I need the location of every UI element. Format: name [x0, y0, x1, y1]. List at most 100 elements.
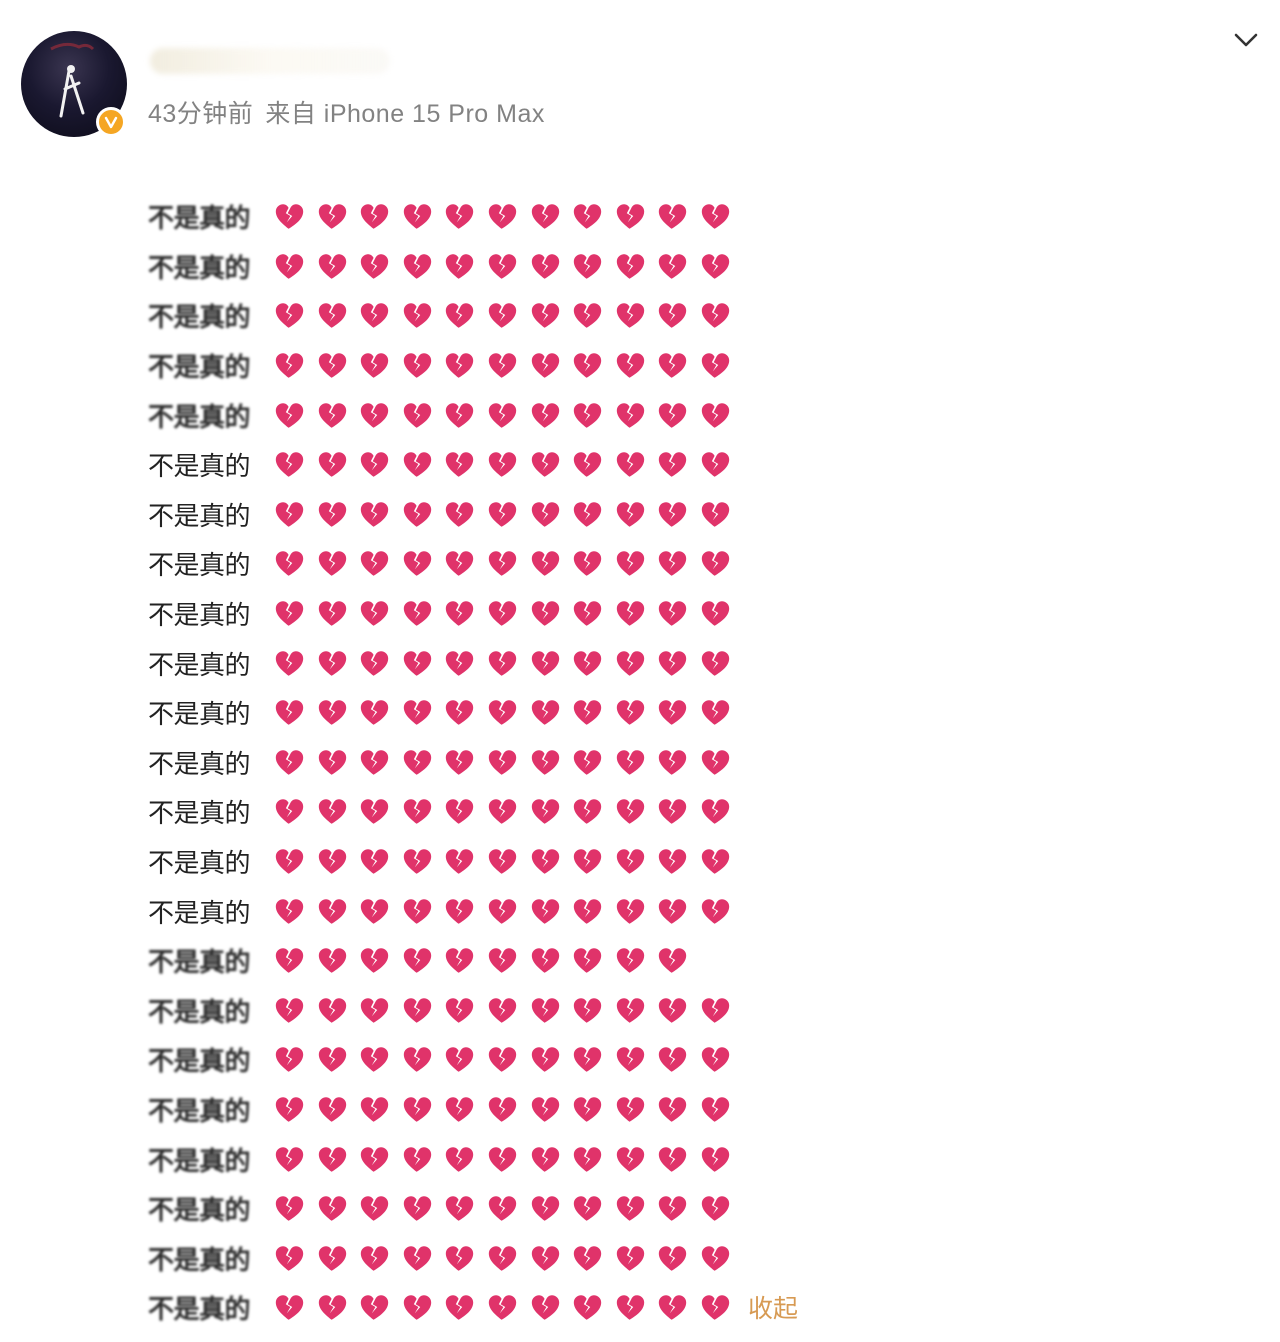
- broken-heart-icon: [359, 895, 402, 927]
- line-text: 不是真的: [148, 997, 251, 1028]
- broken-heart-icon: [274, 548, 317, 580]
- broken-heart-icon: [530, 994, 573, 1026]
- broken-heart-icon: [530, 846, 573, 878]
- broken-heart-icon: [274, 1143, 317, 1175]
- broken-heart-icon: [274, 945, 317, 977]
- broken-heart-icon: [487, 350, 530, 382]
- broken-heart-icon: [530, 250, 573, 282]
- broken-heart-icon: [274, 1193, 317, 1225]
- broken-heart-icon: [444, 201, 487, 233]
- post-line: 不是真的: [148, 738, 848, 788]
- broken-heart-icon: [359, 300, 402, 332]
- broken-heart-icon: [700, 647, 743, 679]
- broken-heart-icon: [487, 647, 530, 679]
- line-text: 不是真的: [148, 1146, 251, 1177]
- broken-heart-icon: [700, 1093, 743, 1125]
- broken-heart-icon: [657, 300, 700, 332]
- broken-heart-icon: [530, 697, 573, 729]
- post-line: 不是真的: [148, 440, 848, 490]
- broken-heart-icon: [530, 350, 573, 382]
- hearts-group: [274, 548, 743, 580]
- hearts-group: [274, 846, 743, 878]
- line-text: 不是真的: [148, 650, 251, 681]
- broken-heart-icon: [444, 1044, 487, 1076]
- post-line: 不是真的: [148, 589, 848, 639]
- broken-heart-icon: [530, 399, 573, 431]
- broken-heart-icon: [700, 201, 743, 233]
- hearts-group: [274, 1044, 743, 1076]
- line-text: 不是真的: [148, 303, 251, 334]
- line-text: 不是真的: [148, 700, 251, 731]
- broken-heart-icon: [572, 697, 615, 729]
- broken-heart-icon: [444, 399, 487, 431]
- collapse-link[interactable]: 收起: [748, 1289, 798, 1325]
- hearts-group: [274, 300, 743, 332]
- hearts-group: [274, 1143, 743, 1175]
- broken-heart-icon: [317, 300, 360, 332]
- broken-heart-icon: [530, 1242, 573, 1274]
- broken-heart-icon: [274, 846, 317, 878]
- broken-heart-icon: [700, 250, 743, 282]
- broken-heart-icon: [572, 1292, 615, 1324]
- broken-heart-icon: [572, 895, 615, 927]
- broken-heart-icon: [487, 746, 530, 778]
- broken-heart-icon: [274, 1093, 317, 1125]
- broken-heart-icon: [274, 1044, 317, 1076]
- broken-heart-icon: [444, 1193, 487, 1225]
- broken-heart-icon: [657, 895, 700, 927]
- broken-heart-icon: [317, 1193, 360, 1225]
- broken-heart-icon: [615, 399, 658, 431]
- hearts-group: [274, 994, 743, 1026]
- broken-heart-icon: [615, 1193, 658, 1225]
- broken-heart-icon: [615, 796, 658, 828]
- hearts-group: [274, 1292, 743, 1324]
- broken-heart-icon: [657, 1193, 700, 1225]
- line-text: 不是真的: [148, 601, 251, 632]
- broken-heart-icon: [487, 945, 530, 977]
- broken-heart-icon: [572, 548, 615, 580]
- broken-heart-icon: [530, 746, 573, 778]
- broken-heart-icon: [657, 746, 700, 778]
- broken-heart-icon: [359, 399, 402, 431]
- broken-heart-icon: [317, 647, 360, 679]
- broken-heart-icon: [615, 498, 658, 530]
- broken-heart-icon: [572, 994, 615, 1026]
- broken-heart-icon: [444, 647, 487, 679]
- broken-heart-icon: [700, 994, 743, 1026]
- broken-heart-icon: [317, 1093, 360, 1125]
- broken-heart-icon: [359, 350, 402, 382]
- broken-heart-icon: [274, 895, 317, 927]
- broken-heart-icon: [572, 1093, 615, 1125]
- line-text: 不是真的: [148, 253, 251, 284]
- broken-heart-icon: [274, 201, 317, 233]
- broken-heart-icon: [274, 498, 317, 530]
- broken-heart-icon: [657, 697, 700, 729]
- broken-heart-icon: [317, 250, 360, 282]
- broken-heart-icon: [402, 1242, 445, 1274]
- hearts-group: [274, 796, 743, 828]
- broken-heart-icon: [615, 1093, 658, 1125]
- hearts-group: [274, 598, 743, 630]
- broken-heart-icon: [615, 250, 658, 282]
- broken-heart-icon: [444, 1242, 487, 1274]
- broken-heart-icon: [530, 895, 573, 927]
- chevron-down-icon[interactable]: [1230, 26, 1262, 54]
- broken-heart-icon: [615, 697, 658, 729]
- broken-heart-icon: [402, 548, 445, 580]
- broken-heart-icon: [615, 300, 658, 332]
- broken-heart-icon: [657, 399, 700, 431]
- broken-heart-icon: [444, 250, 487, 282]
- broken-heart-icon: [700, 399, 743, 431]
- broken-heart-icon: [274, 350, 317, 382]
- hearts-group: [274, 449, 743, 481]
- broken-heart-icon: [487, 1044, 530, 1076]
- broken-heart-icon: [657, 1044, 700, 1076]
- broken-heart-icon: [615, 846, 658, 878]
- broken-heart-icon: [700, 846, 743, 878]
- line-text: 不是真的: [148, 204, 251, 235]
- broken-heart-icon: [487, 1093, 530, 1125]
- line-text: 不是真的: [148, 849, 251, 880]
- broken-heart-icon: [274, 796, 317, 828]
- broken-heart-icon: [615, 895, 658, 927]
- line-text: 不是真的: [148, 452, 251, 483]
